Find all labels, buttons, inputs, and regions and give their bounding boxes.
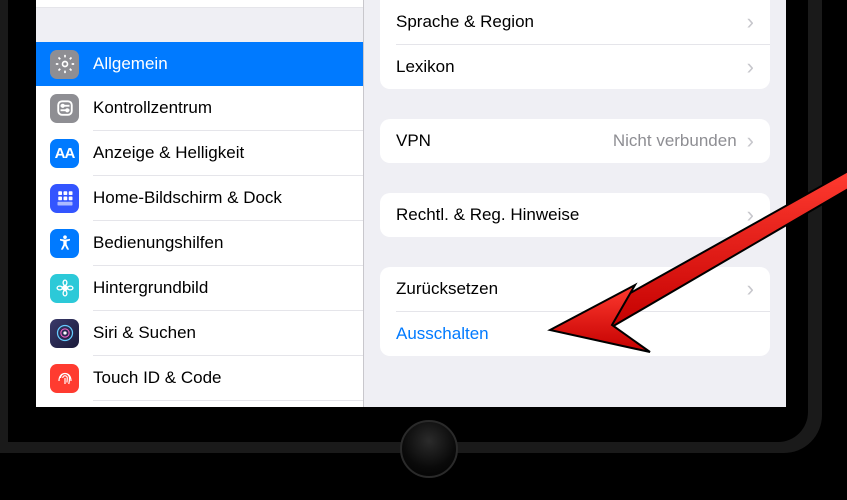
row-vpn[interactable]: VPN Nicht verbunden › <box>380 119 770 163</box>
sidebar-item-label: Kontrollzentrum <box>93 98 212 118</box>
siri-icon <box>50 319 79 348</box>
sidebar-item-label: Bedienungshilfen <box>93 233 223 253</box>
sidebar-item-label: Siri & Suchen <box>93 323 196 343</box>
row-dictionary[interactable]: Lexikon › <box>380 45 770 89</box>
chevron-right-icon: › <box>747 56 754 78</box>
group-vpn: VPN Nicht verbunden › <box>380 119 770 163</box>
sidebar-spacer <box>36 8 363 42</box>
accessibility-icon <box>50 229 79 258</box>
grid-icon <box>50 184 79 213</box>
sidebar-item-display-brightness[interactable]: AA Anzeige & Helligkeit <box>36 131 363 175</box>
sidebar-item-control-center[interactable]: Kontrollzentrum <box>36 86 363 130</box>
row-label: Ausschalten <box>396 324 754 344</box>
row-label: Lexikon <box>396 57 745 77</box>
sidebar-item-accessibility[interactable]: Bedienungshilfen <box>36 221 363 265</box>
sidebar-item-siri-search[interactable]: Siri & Suchen <box>36 311 363 355</box>
text-size-icon: AA <box>50 139 79 168</box>
row-language-region[interactable]: Sprache & Region › <box>380 0 770 44</box>
chevron-right-icon: › <box>747 278 754 300</box>
settings-sidebar: Allgemein Kontrollzentrum AA Anzeige & H… <box>36 0 364 407</box>
sidebar-item-touch-id-code[interactable]: Touch ID & Code <box>36 356 363 400</box>
row-label: VPN <box>396 131 613 151</box>
sidebar-item-label: Allgemein <box>93 54 168 74</box>
row-reset[interactable]: Zurücksetzen › <box>380 267 770 311</box>
row-label: Zurücksetzen <box>396 279 745 299</box>
row-value: Nicht verbunden <box>613 131 737 151</box>
settings-screen: Allgemein Kontrollzentrum AA Anzeige & H… <box>36 0 786 407</box>
sidebar-item-general[interactable]: Allgemein <box>36 42 363 86</box>
row-label: Sprache & Region <box>396 12 745 32</box>
group-reset-shutdown: Zurücksetzen › Ausschalten <box>380 267 770 356</box>
chevron-right-icon: › <box>747 11 754 33</box>
group-legal: Rechtl. & Reg. Hinweise › <box>380 193 770 237</box>
sidebar-item-wallpaper[interactable]: Hintergrundbild <box>36 266 363 310</box>
gear-icon <box>50 50 79 79</box>
ipad-home-button[interactable] <box>400 420 458 478</box>
sidebar-item-label: Anzeige & Helligkeit <box>93 143 244 163</box>
row-shutdown[interactable]: Ausschalten <box>380 312 770 356</box>
sidebar-item-home-screen-dock[interactable]: Home-Bildschirm & Dock <box>36 176 363 220</box>
sliders-icon <box>50 94 79 123</box>
chevron-right-icon: › <box>747 204 754 226</box>
flower-icon <box>50 274 79 303</box>
row-legal-regulatory[interactable]: Rechtl. & Reg. Hinweise › <box>380 193 770 237</box>
sidebar-item-label: Touch ID & Code <box>93 368 222 388</box>
chevron-right-icon: › <box>747 130 754 152</box>
sidebar-item-cutoff <box>36 0 363 8</box>
settings-detail-general: Sprache & Region › Lexikon › VPN Nicht v… <box>364 0 786 407</box>
sidebar-item-label: Home-Bildschirm & Dock <box>93 188 282 208</box>
group-language: Sprache & Region › Lexikon › <box>380 0 770 89</box>
sidebar-item-label: Hintergrundbild <box>93 278 208 298</box>
row-label: Rechtl. & Reg. Hinweise <box>396 205 745 225</box>
fingerprint-icon <box>50 364 79 393</box>
